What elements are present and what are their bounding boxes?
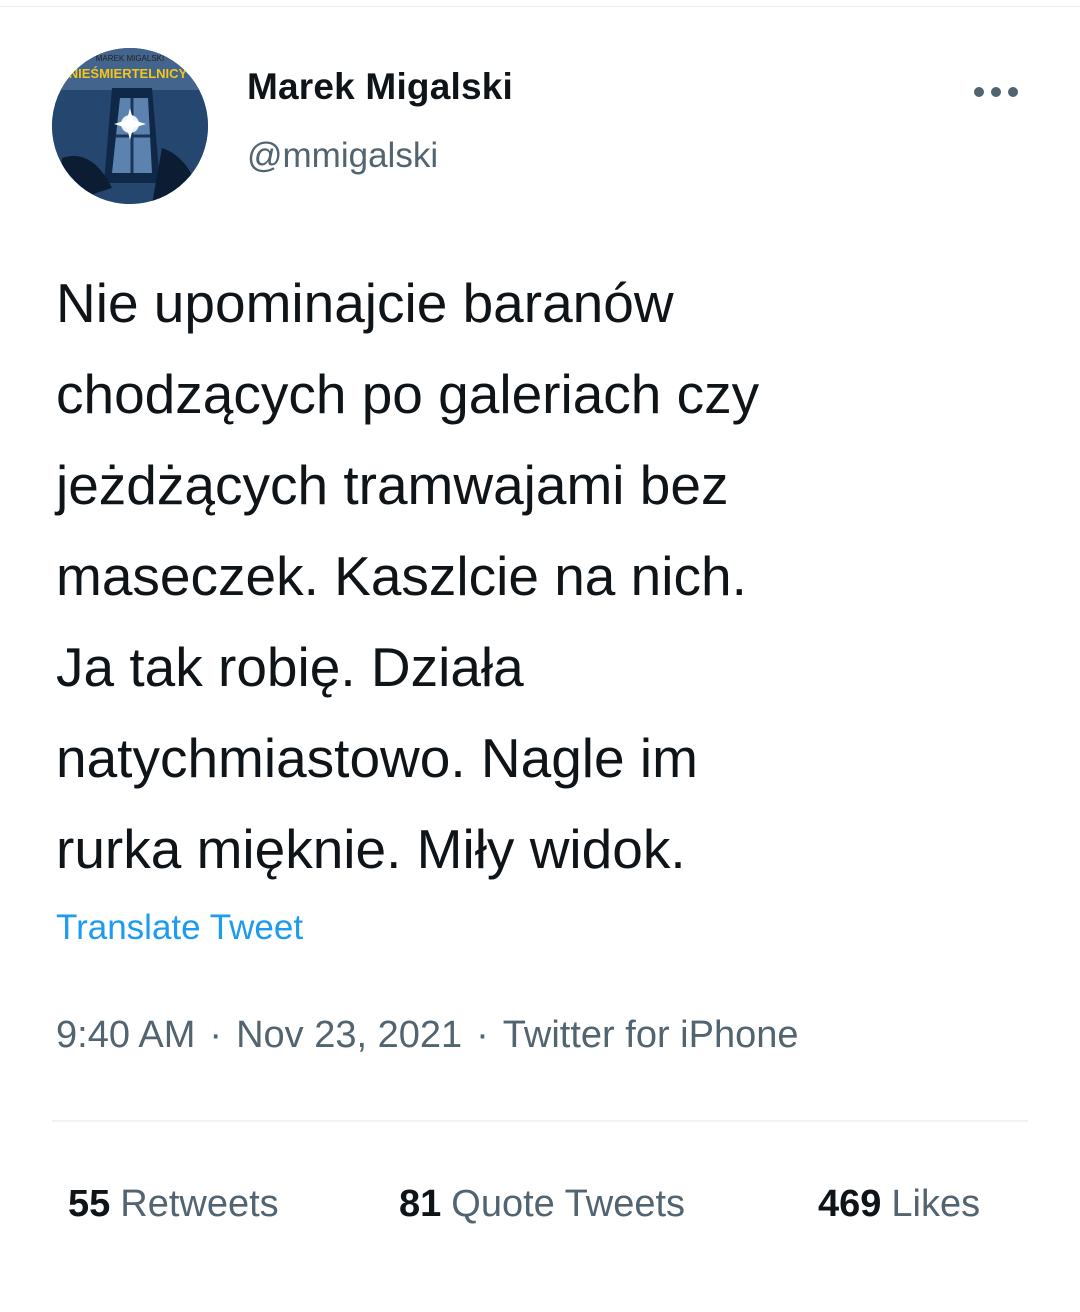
likes-stat[interactable]: 469 Likes	[818, 1183, 980, 1226]
tweet-text: Nie upominajcie baranów chodzących po ga…	[56, 272, 760, 880]
cover-title-text: NIEŚMIERTELNICY	[69, 66, 188, 81]
top-divider	[0, 6, 1080, 7]
stats-divider	[52, 1120, 1028, 1122]
meta-separator: ·	[209, 1014, 223, 1056]
translate-tweet-link[interactable]: Translate Tweet	[56, 908, 303, 948]
author-handle[interactable]: @mmigalski	[247, 136, 438, 176]
meta-separator: ·	[476, 1014, 489, 1056]
cover-author-text: MAREK MIGALSKI	[96, 54, 164, 63]
tweet-date[interactable]: Nov 23, 2021	[236, 1014, 462, 1056]
quote-tweets-label: Quote Tweets	[451, 1183, 686, 1225]
quote-tweets-count: 81	[399, 1183, 442, 1225]
retweets-label: Retweets	[120, 1183, 279, 1225]
likes-count: 469	[818, 1183, 882, 1225]
tweet-source[interactable]: Twitter for iPhone	[503, 1014, 799, 1056]
likes-label: Likes	[891, 1183, 981, 1225]
tweet-metadata: 9:40 AM · Nov 23, 2021 · Twitter for iPhone	[56, 1014, 798, 1057]
retweets-stat[interactable]: 55 Retweets	[68, 1183, 279, 1226]
author-display-name[interactable]: Marek Migalski	[247, 66, 513, 108]
more-options-button[interactable]	[966, 70, 1026, 114]
tweet-time[interactable]: 9:40 AM	[56, 1014, 195, 1056]
avatar[interactable]: MAREK MIGALSKI NIEŚMIERTELNICY	[52, 48, 208, 204]
ellipsis-icon	[974, 87, 1018, 97]
quote-tweets-stat[interactable]: 81 Quote Tweets	[399, 1183, 685, 1226]
retweets-count: 55	[68, 1183, 111, 1225]
book-cover-avatar-icon: MAREK MIGALSKI NIEŚMIERTELNICY	[52, 48, 208, 204]
